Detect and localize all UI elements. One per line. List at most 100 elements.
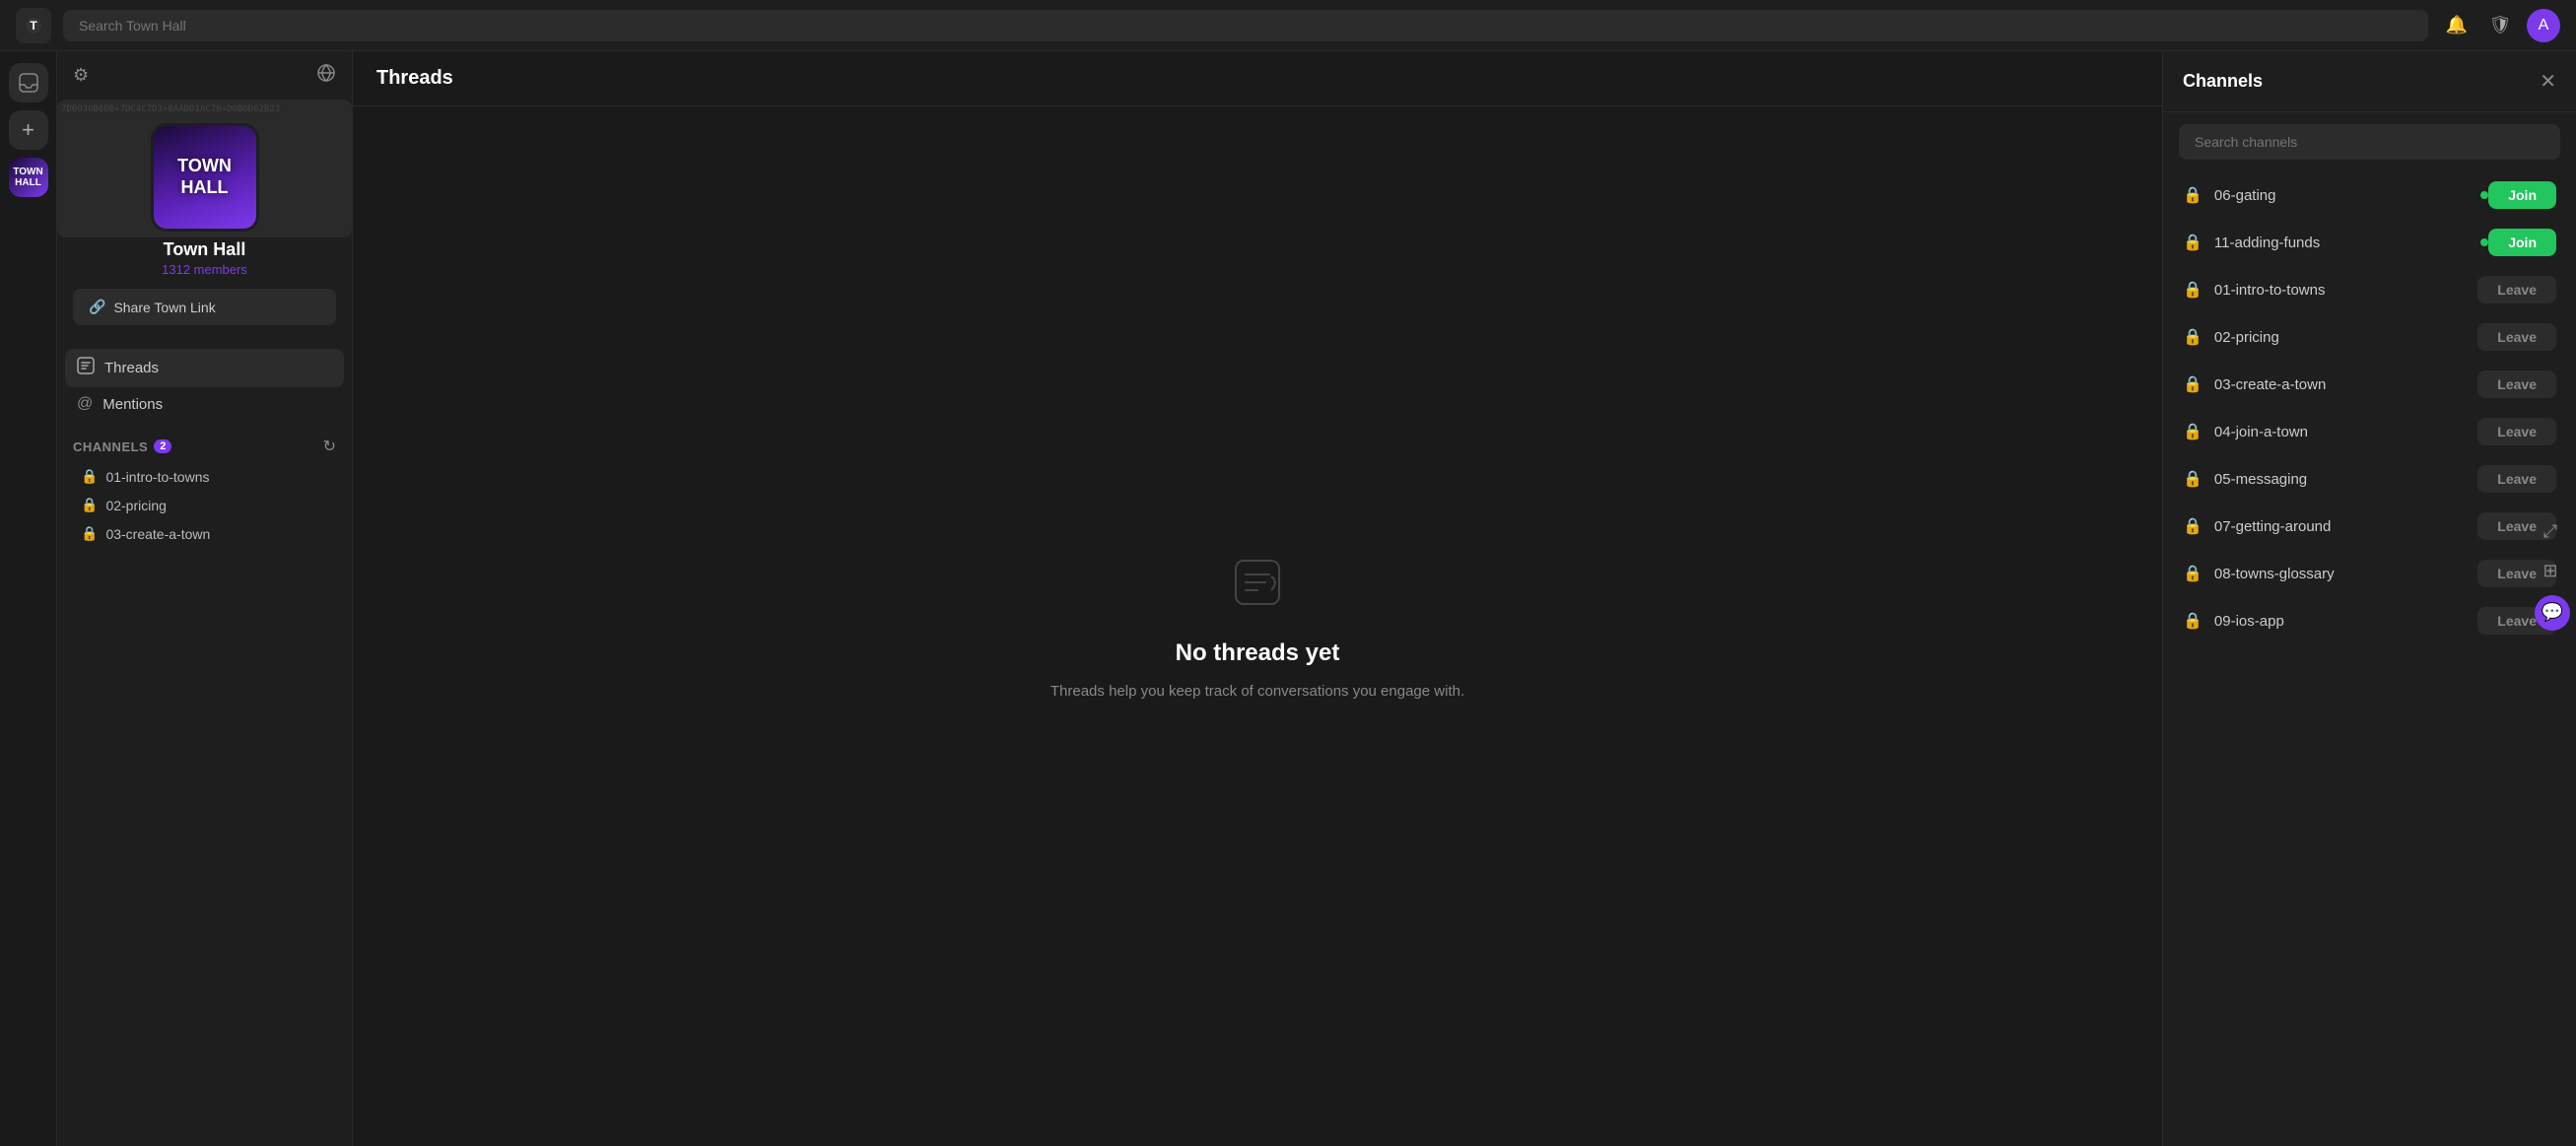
sidebar-channels-list: 🔒 01-intro-to-towns 🔒 02-pricing 🔒 03-cr…: [73, 462, 336, 548]
svg-text:T: T: [30, 19, 37, 33]
content-header: Threads: [353, 51, 2162, 106]
link-icon: 🔗: [89, 299, 105, 315]
channel-name: 08-towns-glossary: [2214, 566, 2477, 582]
online-dot: [2480, 191, 2488, 199]
channel-row-02-pricing[interactable]: 🔒 02-pricing Leave: [2175, 313, 2564, 361]
channel-row-01-intro-to-towns[interactable]: 🔒 01-intro-to-towns Leave: [2175, 266, 2564, 313]
channels-section: Channels 2 ↻ 🔒 01-intro-to-towns 🔒 02-pr…: [57, 429, 352, 556]
lock-icon: 🔒: [2183, 422, 2203, 441]
sidebar-item-mentions[interactable]: @ Mentions: [65, 387, 344, 421]
channel-name: 09-ios-app: [2214, 613, 2477, 630]
channel-name: 01-intro-to-towns: [2214, 282, 2477, 299]
lock-icon: 🔒: [2183, 233, 2203, 252]
mentions-icon: @: [77, 395, 93, 413]
channel-name: 04-join-a-town: [2214, 424, 2477, 440]
refresh-channels-icon[interactable]: ↻: [323, 437, 336, 456]
channel-row-09-ios-app[interactable]: 🔒 09-ios-app Leave: [2175, 597, 2564, 644]
inbox-nav-icon[interactable]: [9, 63, 48, 102]
lock-icon: 🔒: [2183, 327, 2203, 347]
lock-icon: 🔒: [2183, 516, 2203, 536]
threads-label: Threads: [104, 360, 159, 376]
server-logo: TOWNHALL: [151, 123, 259, 232]
lock-icon: 🔒: [2183, 280, 2203, 300]
server-members: 1312 members: [162, 262, 247, 277]
add-nav-button[interactable]: +: [9, 110, 48, 150]
server-sidebar: ⚙ 7D6936B6DB+7DC4C7D3+0AADD1AC70+D6B6D62…: [57, 51, 353, 1146]
channels-search-input[interactable]: [2179, 124, 2560, 160]
main-layout: + TOWNHALL ⚙ 7D6936B6DB+7DC4C7D3+0AADD1A…: [0, 51, 2576, 1146]
resize-icon[interactable]: ⤢: [2535, 516, 2566, 548]
lock-icon: 🔒: [81, 497, 98, 513]
channel-row-03-create-a-town[interactable]: 🔒 03-create-a-town Leave: [2175, 361, 2564, 408]
channel-action-button[interactable]: Leave: [2477, 323, 2556, 351]
lock-icon: 🔒: [2183, 469, 2203, 489]
close-channels-panel-icon[interactable]: ✕: [2540, 69, 2556, 94]
share-link-label: Share Town Link: [113, 300, 215, 315]
channel-action-button[interactable]: Join: [2488, 229, 2556, 256]
channel-row-04-join-a-town[interactable]: 🔒 04-join-a-town Leave: [2175, 408, 2564, 455]
lock-icon: 🔒: [2183, 374, 2203, 394]
channel-action-button[interactable]: Leave: [2477, 371, 2556, 398]
settings-icon[interactable]: ⚙: [73, 65, 89, 86]
shield-icon[interactable]: 🛡: [2483, 9, 2517, 42]
threads-icon: [77, 357, 95, 379]
channel-row-07-getting-around[interactable]: 🔒 07-getting-around Leave: [2175, 503, 2564, 550]
lock-icon: 🔒: [81, 468, 98, 485]
channels-panel-title: Channels: [2183, 71, 2263, 92]
channel-name: 03-create-a-town: [2214, 376, 2477, 393]
channel-action-button[interactable]: Leave: [2477, 465, 2556, 493]
mentions-label: Mentions: [102, 396, 163, 413]
channel-row-11-adding-funds[interactable]: 🔒 11-adding-funds Join: [2175, 219, 2564, 266]
search-input[interactable]: [63, 10, 2428, 41]
channel-name: 02-pricing: [2214, 329, 2477, 346]
sidebar-channel-01-intro-to-towns[interactable]: 🔒 01-intro-to-towns: [73, 462, 336, 491]
content-title: Threads: [376, 67, 453, 90]
lock-icon: 🔒: [2183, 564, 2203, 583]
no-threads-subtitle: Threads help you keep track of conversat…: [1051, 683, 1464, 700]
lock-icon: 🔒: [2183, 185, 2203, 205]
channels-search-container: [2163, 112, 2576, 171]
user-avatar[interactable]: A: [2527, 9, 2560, 42]
topbar: T 🔔 🛡 A: [0, 0, 2576, 51]
sidebar-channel-02-pricing[interactable]: 🔒 02-pricing: [73, 491, 336, 519]
far-left-nav: + TOWNHALL: [0, 51, 57, 1146]
channels-section-label: Channels: [73, 439, 148, 454]
no-threads-icon: [1228, 553, 1287, 624]
channels-header: Channels 2 ↻: [73, 437, 336, 456]
channels-panel-list: 🔒 06-gating Join 🔒 11-adding-funds Join …: [2163, 171, 2576, 1146]
channel-name: 07-getting-around: [2214, 518, 2477, 535]
sidebar-item-threads[interactable]: Threads: [65, 349, 344, 387]
channels-panel: Channels ✕ 🔒 06-gating Join 🔒 11-adding-…: [2162, 51, 2576, 1146]
server-logo-inner: TOWNHALL: [154, 126, 256, 229]
sidebar-channel-03-create-a-town[interactable]: 🔒 03-create-a-town: [73, 519, 336, 548]
chat-float-icon[interactable]: 💬: [2535, 595, 2570, 631]
content-body: No threads yet Threads help you keep tra…: [353, 106, 2162, 1146]
channel-name: 05-messaging: [2214, 471, 2477, 488]
topbar-icons: 🔔 🛡 A: [2440, 9, 2560, 42]
notification-icon[interactable]: 🔔: [2440, 9, 2474, 42]
channel-action-button[interactable]: Join: [2488, 181, 2556, 209]
no-threads-title: No threads yet: [1176, 640, 1340, 667]
main-content: Threads No threads yet Threads help you …: [353, 51, 2162, 1146]
server-banner: 7D6936B6DB+7DC4C7D3+0AADD1AC70+D6B6D62B2…: [57, 100, 352, 341]
channel-action-button[interactable]: Leave: [2477, 418, 2556, 445]
channel-row-08-towns-glossary[interactable]: 🔒 08-towns-glossary Leave: [2175, 550, 2564, 597]
right-floating-icons: ⤢ ⊞ 💬: [2529, 508, 2576, 639]
sidebar-header: ⚙: [57, 51, 352, 100]
channel-name: 02-pricing: [105, 498, 166, 513]
channels-badge: 2: [154, 439, 171, 453]
app-logo[interactable]: T: [16, 8, 51, 43]
channel-name: 11-adding-funds: [2214, 235, 2474, 251]
share-town-link-button[interactable]: 🔗 Share Town Link: [73, 289, 336, 325]
channel-row-06-gating[interactable]: 🔒 06-gating Join: [2175, 171, 2564, 219]
grid-icon[interactable]: ⊞: [2535, 556, 2566, 587]
server-nav-icon[interactable]: TOWNHALL: [9, 158, 48, 197]
channels-panel-header: Channels ✕: [2163, 51, 2576, 112]
channel-action-button[interactable]: Leave: [2477, 276, 2556, 303]
lock-icon: 🔒: [2183, 611, 2203, 631]
sidebar-nav: Threads @ Mentions: [57, 341, 352, 429]
guild-icon[interactable]: [316, 63, 336, 88]
lock-icon: 🔒: [81, 525, 98, 542]
channel-row-05-messaging[interactable]: 🔒 05-messaging Leave: [2175, 455, 2564, 503]
channel-name: 01-intro-to-towns: [105, 469, 209, 485]
